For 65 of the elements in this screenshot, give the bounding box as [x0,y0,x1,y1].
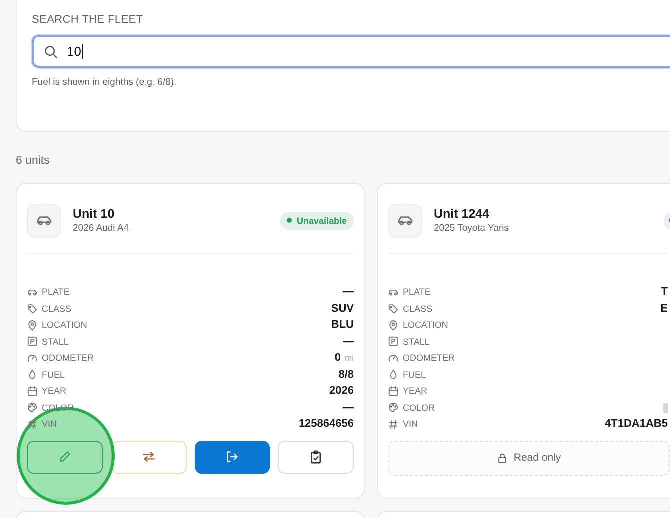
result-count: 6 units [16,155,51,169]
check-out-button[interactable] [194,440,270,474]
field-label: PLATE [403,287,432,298]
drop-icon [388,369,399,380]
lock-icon [496,452,508,464]
field-value: — [343,336,354,348]
unit-title: Unit 1244 [434,207,491,221]
field-label: YEAR [403,386,429,396]
status-badge: Unavailable [280,212,354,230]
search-field[interactable]: 10 [32,35,670,68]
palette-icon [27,402,38,414]
hash-icon [27,418,38,430]
gauge-icon [388,352,399,364]
gauge-icon [27,352,38,364]
field-value: 4T1DA1AB5 [605,418,668,430]
field-label: YEAR [42,386,68,396]
transfer-button[interactable] [110,440,186,474]
clipboard-check-icon [309,450,324,464]
calendar-icon [27,386,38,397]
field-label: CLASS [42,304,73,314]
drop-icon [27,369,38,380]
field-label: FUEL [403,370,428,380]
parking-icon [27,336,38,348]
field-label: VIN [42,419,58,430]
field-label: STALL [403,336,431,347]
field-value: 2026 [330,385,354,398]
field-value: T [661,286,668,298]
pencil-icon [58,450,72,464]
read-only-notice: Read only [388,440,670,476]
hash-icon [388,418,399,430]
field-value: — [343,286,354,298]
parking-icon [388,336,399,348]
unit-subtitle: 2026 Audi A4 [73,223,130,234]
map-pin-icon [388,320,399,331]
field-value: 8/8 [338,368,354,381]
palette-icon [388,402,399,414]
inspection-button[interactable] [278,440,354,474]
field-label: STALL [42,336,70,347]
tag-icon [388,303,399,314]
field-label: FUEL [42,370,66,380]
field-value: 125864656 [298,418,354,430]
field-value: SUV [331,302,354,315]
map-pin-icon [27,320,38,331]
tag-icon [27,303,38,314]
unit-label: mi [345,353,354,364]
field-value: BLU [331,319,354,332]
field-value: 0 [334,352,342,364]
unit-subtitle: 2025 Toyota Yaris [434,223,510,234]
field-value: — [343,402,354,414]
field-label: LOCATION [403,320,450,330]
field-label: COLOR [403,402,436,413]
field-label: PLATE [42,287,71,298]
exit-icon [225,450,240,464]
unit-title: Unit 10 [73,207,116,221]
search-icon [44,44,58,58]
field-label: CLASS [403,304,434,314]
swap-arrows-icon [142,450,156,464]
field-value: E [660,302,668,315]
field-label: LOCATION [42,320,88,330]
search-label: SEARCH THE FLEET [32,14,144,26]
field-label: ODOMETER [403,353,456,364]
calendar-icon [388,386,399,397]
hint-text: Fuel is shown in eighths (e.g. 6/8). [32,77,178,88]
field-label: ODOMETER [42,353,96,364]
field-label: VIN [403,419,420,430]
